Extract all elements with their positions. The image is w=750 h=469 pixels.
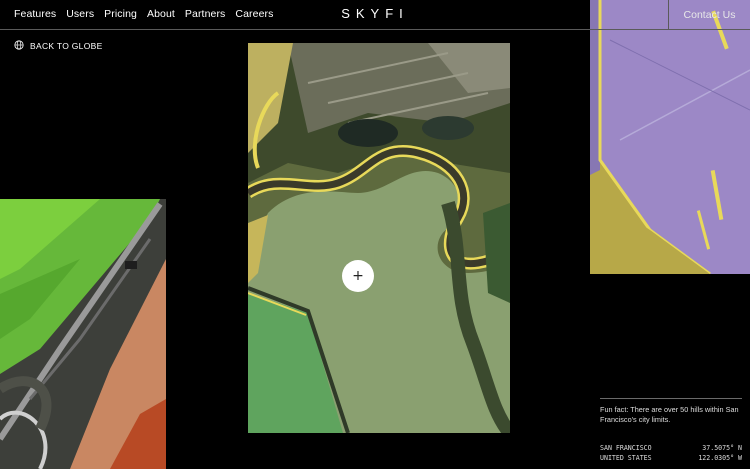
back-to-globe-button[interactable]: BACK TO GLOBE (14, 40, 103, 52)
plus-icon: + (352, 268, 364, 284)
fun-fact: Fun fact: There are over 50 hills within… (600, 398, 742, 425)
contact-us-button[interactable]: Contact Us (668, 0, 750, 29)
back-to-globe-label: BACK TO GLOBE (30, 41, 103, 51)
satellite-image-right (590, 0, 750, 274)
nav-partners-link[interactable]: Partners (185, 8, 225, 20)
satellite-image-left (0, 199, 166, 469)
satellite-tile-right[interactable] (590, 0, 750, 274)
satellite-tile-main[interactable] (248, 43, 510, 433)
globe-icon (14, 40, 24, 52)
nav-features-link[interactable]: Features (14, 8, 56, 20)
nav-careers-link[interactable]: Careers (235, 8, 273, 20)
nav-pricing-link[interactable]: Pricing (104, 8, 137, 20)
location-country: UNITED STATES (600, 453, 652, 462)
zoom-in-button[interactable]: + (342, 260, 374, 292)
location-longitude: 122.0305° W (698, 453, 742, 462)
satellite-image-main (248, 43, 510, 433)
satellite-tile-left[interactable] (0, 199, 166, 469)
location-readout: SAN FRANCISCO 37.5075° N UNITED STATES 1… (600, 444, 742, 464)
nav-about-link[interactable]: About (147, 8, 175, 20)
location-city: SAN FRANCISCO (600, 444, 652, 452)
nav-users-link[interactable]: Users (66, 8, 94, 20)
main-nav: Features Users Pricing About Partners Ca… (14, 8, 273, 20)
site-header: Features Users Pricing About Partners Ca… (0, 0, 750, 30)
location-latitude: 37.5075° N (702, 444, 742, 452)
